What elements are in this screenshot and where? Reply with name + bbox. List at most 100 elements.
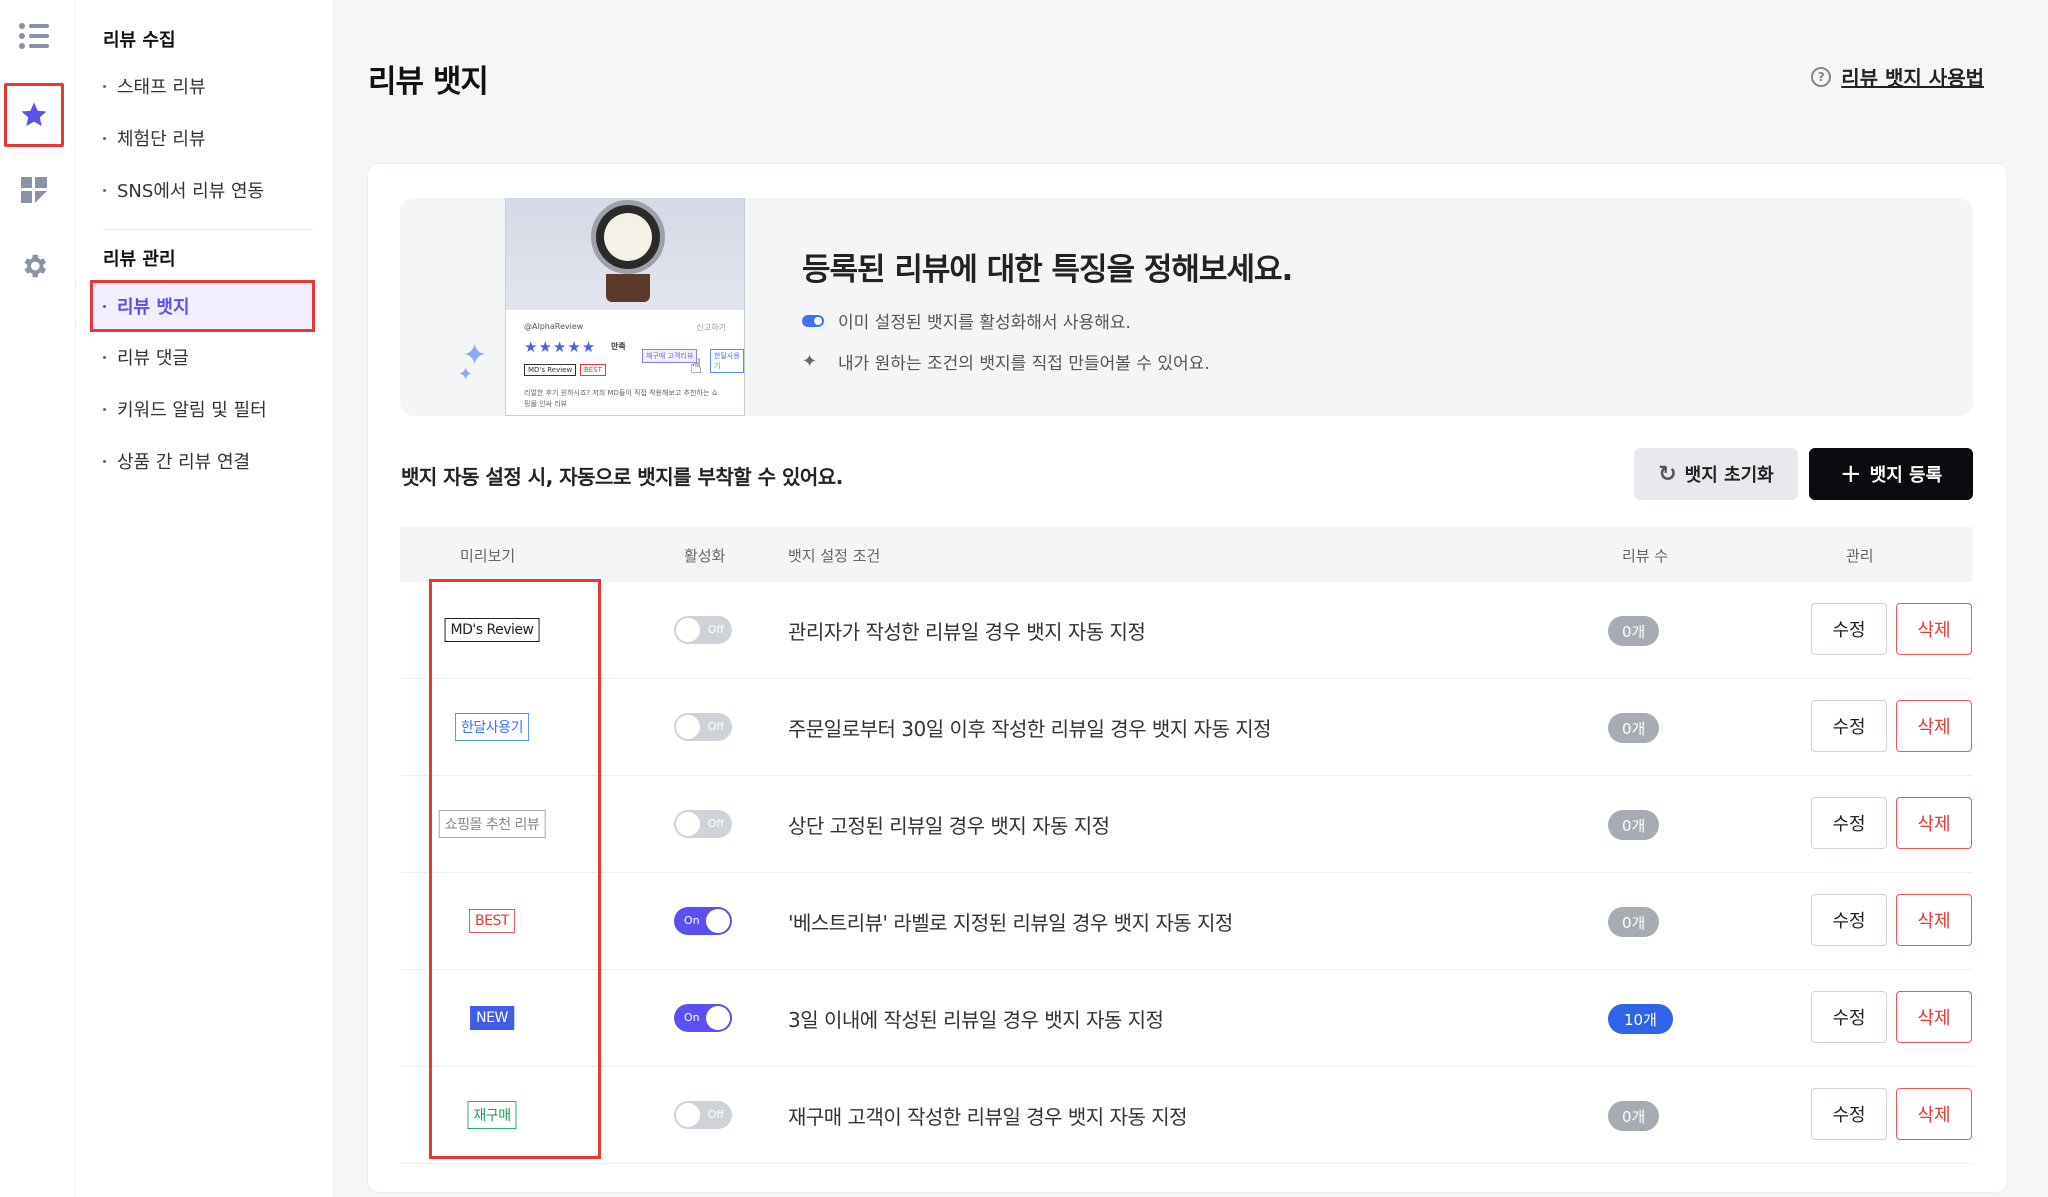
table-row: 한달사용기 Off 주문일로부터 30일 이후 작성한 리뷰일 경우 뱃지 자동… <box>400 679 1973 776</box>
review-count: 0개 <box>1608 810 1660 840</box>
badge-condition: 재구매 고객이 작성한 리뷰일 경우 뱃지 자동 지정 <box>788 1105 1188 1129</box>
banner-line-2: ✦ 내가 원하는 조건의 뱃지를 직접 만들어볼 수 있어요. <box>802 349 1210 374</box>
edit-button[interactable]: 수정 <box>1811 991 1887 1043</box>
bullet-dot <box>103 84 106 88</box>
nav-item-product-review-link[interactable]: 상품 간 리뷰 연결 <box>90 441 315 481</box>
dashboard-icon[interactable] <box>6 162 62 218</box>
icon-rail <box>0 0 76 1197</box>
table-header: 미리보기 활성화 뱃지 설정 조건 리뷰 수 관리 <box>400 527 1973 582</box>
plus-icon: + <box>1839 459 1862 489</box>
bullet-dot <box>103 459 106 463</box>
banner-title: 등록된 리뷰에 대한 특징을 정해보세요. <box>802 252 1293 288</box>
nav-item-label: 리뷰 뱃지 <box>117 297 190 318</box>
bullet-dot <box>103 188 106 192</box>
toggle-icon <box>802 314 824 327</box>
active-toggle[interactable]: Off <box>674 713 732 741</box>
nav-section-review-management: 리뷰 관리 <box>103 249 176 270</box>
badge-condition: 주문일로부터 30일 이후 작성한 리뷰일 경우 뱃지 자동 지정 <box>788 717 1272 741</box>
active-toggle[interactable]: Off <box>674 810 732 838</box>
toggle-knob <box>676 715 700 739</box>
table-row: 재구매 Off 재구매 고객이 작성한 리뷰일 경우 뱃지 자동 지정 0개 수… <box>400 1067 1973 1164</box>
help-icon: ? <box>1811 66 1832 87</box>
nav-item-label: 스태프 리뷰 <box>117 77 206 98</box>
nav-item-label: 키워드 알림 및 필터 <box>117 400 267 421</box>
nav-item-keyword-alert[interactable]: 키워드 알림 및 필터 <box>90 389 315 429</box>
star-icon[interactable] <box>4 83 64 147</box>
nav-item-label: 체험단 리뷰 <box>117 129 206 150</box>
review-count: 10개 <box>1608 1004 1673 1034</box>
table-row: BEST On '베스트리뷰' 라벨로 지정된 리뷰일 경우 뱃지 자동 지정 … <box>400 873 1973 970</box>
review-count: 0개 <box>1608 713 1660 743</box>
header-count: 리뷰 수 <box>1622 547 1669 565</box>
banner-line-text: 내가 원하는 조건의 뱃지를 직접 만들어볼 수 있어요. <box>838 354 1210 374</box>
reset-badges-button[interactable]: ↻ 뱃지 초기화 <box>1634 448 1798 500</box>
mock-report: 신고하기 <box>696 323 726 332</box>
delete-button[interactable]: 삭제 <box>1896 797 1972 849</box>
nav-item-label: 상품 간 리뷰 연결 <box>117 452 251 473</box>
edit-button[interactable]: 수정 <box>1811 700 1887 752</box>
auto-setting-description: 뱃지 자동 설정 시, 자동으로 뱃지를 부착할 수 있어요. <box>401 465 843 489</box>
banner-line-1: 이미 설정된 뱃지를 활성화해서 사용해요. <box>802 308 1131 333</box>
active-toggle[interactable]: On <box>674 1004 732 1032</box>
mock-badge-best: BEST <box>580 364 606 376</box>
table-row: NEW On 3일 이내에 작성된 리뷰일 경우 뱃지 자동 지정 10개 수정… <box>400 970 1973 1067</box>
table-row: 쇼핑몰 추천 리뷰 Off 상단 고정된 리뷰일 경우 뱃지 자동 지정 0개 … <box>400 776 1973 873</box>
nav-item-experience-review[interactable]: 체험단 리뷰 <box>90 118 315 158</box>
bullet-dot <box>103 355 106 359</box>
delete-button[interactable]: 삭제 <box>1896 603 1972 655</box>
mock-stars: ★★★★★ <box>524 338 597 356</box>
list-icon[interactable] <box>6 8 62 64</box>
bullet-dot <box>103 407 106 411</box>
watch-image <box>591 200 665 274</box>
badge-condition: '베스트리뷰' 라벨로 지정된 리뷰일 경우 뱃지 자동 지정 <box>788 911 1233 935</box>
edit-button[interactable]: 수정 <box>1811 797 1887 849</box>
toggle-knob <box>706 1006 730 1030</box>
toggle-label: Off <box>707 1108 724 1121</box>
table-row: MD's Review Off 관리자가 작성한 리뷰일 경우 뱃지 자동 지정… <box>400 582 1973 679</box>
toggle-knob <box>676 618 700 642</box>
edit-button[interactable]: 수정 <box>1811 894 1887 946</box>
active-toggle[interactable]: Off <box>674 616 732 644</box>
delete-button[interactable]: 삭제 <box>1896 991 1972 1043</box>
nav-item-label: 리뷰 댓글 <box>117 348 189 369</box>
active-toggle[interactable]: Off <box>674 1101 732 1129</box>
bullet-dot <box>103 136 106 140</box>
mock-satisfaction: 만족 <box>611 342 626 351</box>
watch-face <box>604 213 652 261</box>
header-condition: 뱃지 설정 조건 <box>788 547 881 565</box>
help-link[interactable]: ? 리뷰 뱃지 사용법 <box>1811 62 1984 91</box>
badge-preview: 재구매 <box>467 1101 517 1129</box>
active-toggle[interactable]: On <box>674 907 732 935</box>
badge-condition: 3일 이내에 작성된 리뷰일 경우 뱃지 자동 지정 <box>788 1008 1164 1032</box>
badge-preview: MD's Review <box>444 618 540 642</box>
delete-button[interactable]: 삭제 <box>1896 700 1972 752</box>
header-manage: 관리 <box>1846 547 1874 565</box>
badge-preview: NEW <box>470 1006 514 1030</box>
edit-button[interactable]: 수정 <box>1811 603 1887 655</box>
badge-preview: 쇼핑몰 추천 리뷰 <box>438 810 546 838</box>
edit-button[interactable]: 수정 <box>1811 1088 1887 1140</box>
sub-navigation: 리뷰 수집 스태프 리뷰 체험단 리뷰 SNS에서 리뷰 연동 리뷰 관리 리뷰… <box>76 0 334 1197</box>
nav-item-staff-review[interactable]: 스태프 리뷰 <box>90 66 315 106</box>
nav-item-review-comment[interactable]: 리뷰 댓글 <box>90 337 315 377</box>
product-photo <box>506 198 744 310</box>
badge-preview: 한달사용기 <box>455 713 529 741</box>
nav-item-review-badge[interactable]: 리뷰 뱃지 <box>90 280 315 332</box>
delete-button[interactable]: 삭제 <box>1896 894 1972 946</box>
help-link-label: 리뷰 뱃지 사용법 <box>1841 66 1984 90</box>
main-card: ✦ ✦ @AlphaReview 신고하기 ★★★★★ 만족 MD's Revi… <box>367 163 2008 1193</box>
badge-condition: 상단 고정된 리뷰일 경우 뱃지 자동 지정 <box>788 814 1110 838</box>
gear-icon[interactable] <box>6 238 62 294</box>
toggle-label: Off <box>707 720 724 733</box>
header-active: 활성화 <box>684 547 726 565</box>
watch-strap <box>606 274 650 302</box>
delete-button[interactable]: 삭제 <box>1896 1088 1972 1140</box>
add-badge-label: 뱃지 등록 <box>1869 465 1943 486</box>
nav-item-sns-review[interactable]: SNS에서 리뷰 연동 <box>90 170 315 210</box>
add-badge-button[interactable]: + 뱃지 등록 <box>1809 448 1973 500</box>
toggle-knob <box>676 812 700 836</box>
toggle-knob <box>676 1103 700 1127</box>
review-count: 0개 <box>1608 907 1660 937</box>
preview-phone-mockup: @AlphaReview 신고하기 ★★★★★ 만족 MD's Review B… <box>505 198 745 416</box>
nav-divider <box>103 229 313 230</box>
